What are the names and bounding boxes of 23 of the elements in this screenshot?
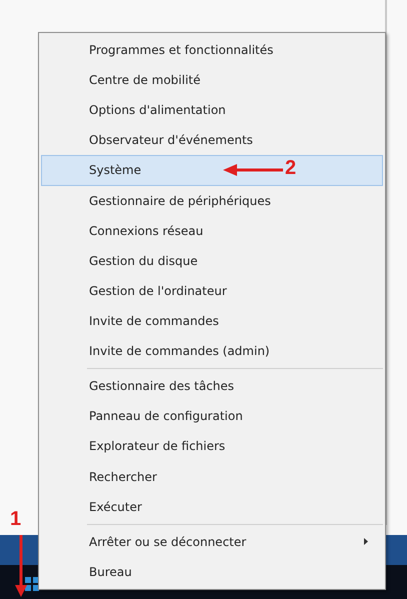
windows-logo-icon[interactable] xyxy=(25,577,39,591)
menu-item[interactable]: Programmes et fonctionnalités xyxy=(41,35,383,66)
step-number: 2 xyxy=(285,157,296,180)
menu-item[interactable]: Gestion de l'ordinateur xyxy=(41,276,383,306)
submenu-arrow-icon xyxy=(364,538,368,546)
menu-item[interactable]: Gestion du disque xyxy=(41,246,383,276)
menu-item[interactable]: Rechercher xyxy=(41,462,383,492)
menu-item[interactable]: Gestionnaire de périphériques xyxy=(41,186,383,216)
menu-item[interactable]: Panneau de configuration xyxy=(41,401,383,432)
menu-item[interactable]: Gestionnaire des tâches xyxy=(41,371,383,402)
menu-item[interactable]: Arrêter ou se déconnecter xyxy=(41,526,383,557)
menu-item[interactable]: Bureau xyxy=(41,556,383,587)
menu-item[interactable]: Invite de commandes xyxy=(41,306,383,336)
menu-item[interactable]: Explorateur de fichiers xyxy=(41,431,383,462)
menu-item[interactable]: Invite de commandes (admin) xyxy=(41,336,383,366)
arrow-down-icon xyxy=(15,535,27,597)
step-number: 1 xyxy=(10,508,22,531)
menu-item[interactable]: Options d'alimentation xyxy=(41,95,383,126)
menu-item[interactable]: Connexions réseau xyxy=(41,216,383,246)
arrow-left-icon xyxy=(223,164,283,176)
menu-item[interactable]: Observateur d'événements xyxy=(41,125,383,156)
menu-item[interactable]: Centre de mobilité xyxy=(41,65,383,96)
menu-item[interactable]: Exécuter xyxy=(41,492,383,522)
